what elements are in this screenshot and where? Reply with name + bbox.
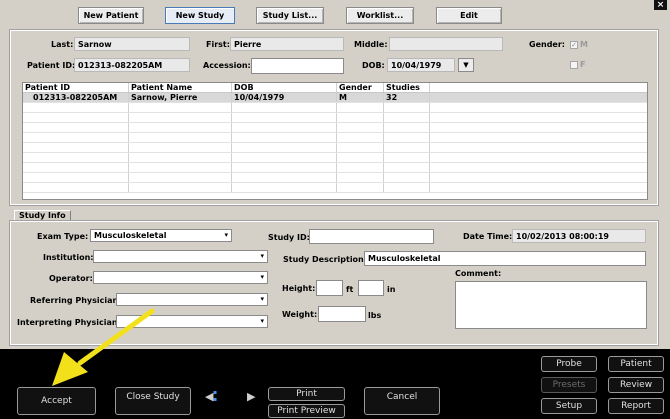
annotation-arrow-shaft	[77, 308, 155, 366]
annotation-arrow	[52, 308, 155, 386]
annotation-arrow-head	[52, 352, 88, 386]
